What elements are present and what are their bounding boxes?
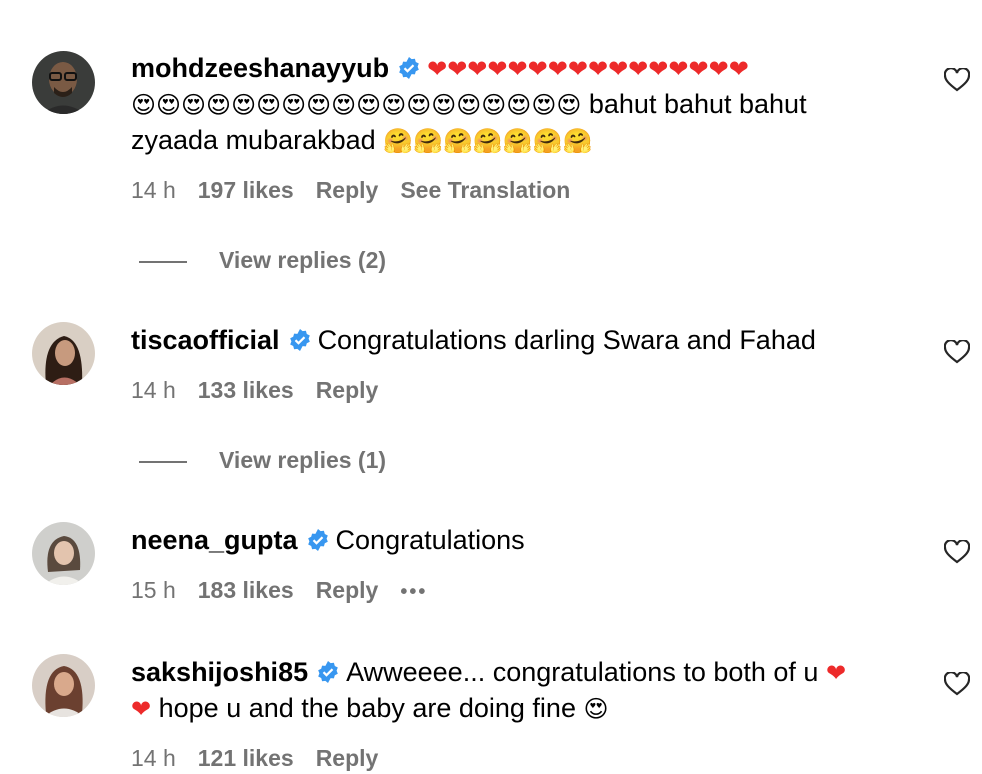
heart-emoji: ❤ xyxy=(131,695,152,723)
verified-badge-icon xyxy=(316,657,340,693)
verified-badge-icon xyxy=(288,325,312,361)
verified-badge-icon xyxy=(397,53,421,89)
likes-count[interactable]: 197 likes xyxy=(198,177,294,203)
likes-count[interactable]: 183 likes xyxy=(198,577,294,603)
comment-text: hope u and the baby are doing fine xyxy=(158,693,576,723)
like-heart-icon[interactable] xyxy=(943,339,971,364)
heart-emojis: ❤❤❤❤❤❤❤❤❤❤❤❤❤❤❤❤ xyxy=(427,55,749,83)
like-heart-icon[interactable] xyxy=(943,671,971,696)
comment-text: zyaada mubarakbad xyxy=(131,125,376,155)
timestamp[interactable]: 14 h xyxy=(131,177,176,203)
comment-body-line2: 😍😍😍😍😍😍😍😍😍😍😍😍😍😍😍😍😍😍 bahut bahut bahut xyxy=(131,86,807,123)
divider-line xyxy=(139,260,187,263)
timestamp[interactable]: 15 h xyxy=(131,577,176,603)
comment-body-line3: zyaada mubarakbad 🤗🤗🤗🤗🤗🤗🤗 xyxy=(131,122,592,159)
comment-body: neena_gupta Congratulations xyxy=(131,522,525,561)
avatar[interactable] xyxy=(32,322,95,385)
comment-text: Awweeee... congratulations to both of u xyxy=(346,657,819,687)
username[interactable]: tiscaofficial xyxy=(131,325,280,355)
reply-button[interactable]: Reply xyxy=(316,577,379,603)
like-heart-icon[interactable] xyxy=(943,539,971,564)
avatar[interactable] xyxy=(32,522,95,585)
view-replies-label: View replies (2) xyxy=(219,247,387,273)
heart-eyes-emoji: 😍 xyxy=(583,695,609,723)
timestamp[interactable]: 14 h xyxy=(131,745,176,771)
timestamp[interactable]: 14 h xyxy=(131,377,176,403)
username[interactable]: neena_gupta xyxy=(131,525,298,555)
comment-body: sakshijoshi85 Awweeee... congratulations … xyxy=(131,654,846,693)
likes-count[interactable]: 133 likes xyxy=(198,377,294,403)
view-replies-button[interactable]: View replies (2) xyxy=(139,247,386,274)
comment-meta: 14 h 121 likes Reply xyxy=(131,745,400,772)
avatar[interactable] xyxy=(32,51,95,114)
hugging-emojis: 🤗🤗🤗🤗🤗🤗🤗 xyxy=(383,127,593,155)
avatar[interactable] xyxy=(32,654,95,717)
username[interactable]: sakshijoshi85 xyxy=(131,657,308,687)
reply-button[interactable]: Reply xyxy=(316,177,379,203)
more-options-icon[interactable]: ••• xyxy=(400,581,427,603)
comment-meta: 15 h 183 likes Reply ••• xyxy=(131,577,449,604)
comment-text: bahut bahut bahut xyxy=(588,89,807,119)
comment-meta: 14 h 197 likes Reply See Translation xyxy=(131,177,592,204)
reply-button[interactable]: Reply xyxy=(316,745,379,771)
heart-emoji: ❤ xyxy=(825,659,847,687)
reply-button[interactable]: Reply xyxy=(316,377,379,403)
divider-line xyxy=(139,460,187,463)
like-heart-icon[interactable] xyxy=(943,67,971,92)
comment-body: tiscaofficial Congratulations darling Swa… xyxy=(131,322,816,361)
view-replies-label: View replies (1) xyxy=(219,447,387,473)
view-replies-button[interactable]: View replies (1) xyxy=(139,447,386,474)
comment-meta: 14 h 133 likes Reply xyxy=(131,377,400,404)
comment-body: mohdzeeshanayyub ❤❤❤❤❤❤❤❤❤❤❤❤❤❤❤❤ xyxy=(131,50,749,89)
heart-eyes-emojis: 😍😍😍😍😍😍😍😍😍😍😍😍😍😍😍😍😍😍 xyxy=(131,91,582,119)
comment-text: Congratulations darling Swara and Fahad xyxy=(317,325,816,355)
likes-count[interactable]: 121 likes xyxy=(198,745,294,771)
comment-body-line2: ❤ hope u and the baby are doing fine 😍 xyxy=(131,690,609,727)
verified-badge-icon xyxy=(306,525,330,561)
see-translation-button[interactable]: See Translation xyxy=(400,177,570,203)
username[interactable]: mohdzeeshanayyub xyxy=(131,53,389,83)
comment-text: Congratulations xyxy=(335,525,525,555)
